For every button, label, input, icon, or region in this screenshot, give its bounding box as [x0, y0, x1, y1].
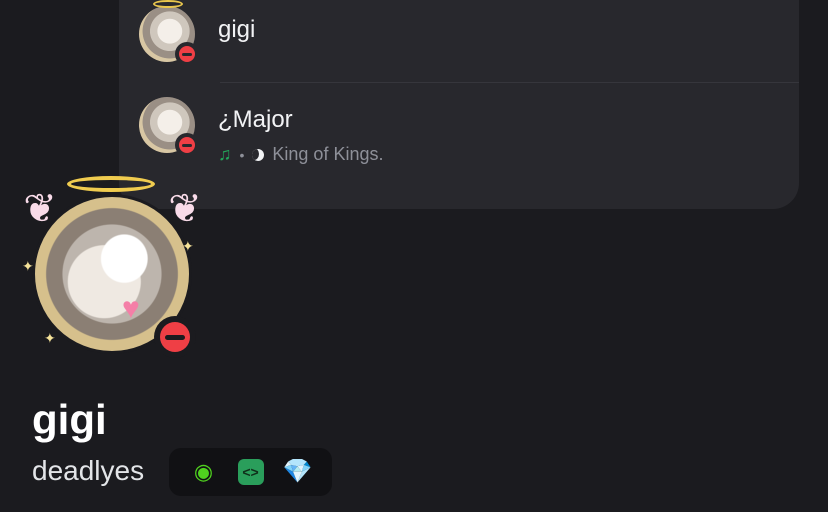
do-not-disturb-icon	[179, 137, 195, 153]
custom-status-text: King of Kings.	[272, 144, 384, 164]
friend-name: ¿Major	[218, 106, 293, 133]
do-not-disturb-icon	[160, 322, 190, 352]
friend-name: gigi	[218, 16, 256, 43]
activity-line: ♫ • King of Kings.	[218, 144, 383, 165]
halo-decoration-icon	[67, 176, 155, 192]
music-note-icon: ♫	[218, 144, 232, 164]
friend-row-major[interactable]: ¿Major ♫ • King of Kings.	[119, 83, 799, 189]
status-indicator	[154, 316, 196, 358]
separator: •	[239, 146, 245, 163]
sparkle-icon: ✦	[182, 238, 194, 254]
halo-decoration-icon	[153, 0, 183, 8]
avatar[interactable]	[139, 0, 199, 66]
winged-heart-decoration-icon: ♥	[122, 292, 140, 325]
do-not-disturb-icon	[179, 46, 195, 62]
display-name: gigi	[32, 396, 107, 443]
friend-row-gigi[interactable]: gigi	[119, 0, 799, 82]
status-indicator	[175, 42, 199, 66]
sparkle-icon: ✦	[44, 330, 56, 346]
custom-status-emoji-icon	[252, 148, 265, 161]
avatar[interactable]	[139, 97, 199, 157]
wing-decoration-icon: ❦	[23, 187, 57, 231]
boost-badge-icon[interactable]: ◉	[189, 457, 219, 487]
badge-list: ◉ <> 💎	[169, 448, 332, 496]
sparkle-icon: ✦	[22, 258, 34, 274]
profile-avatar[interactable]: ❦ ❦ ♥ ✦ ✦ ✦	[20, 176, 205, 358]
nitro-gem-badge-icon[interactable]: 💎	[283, 457, 313, 487]
active-developer-badge-icon[interactable]: <>	[237, 459, 264, 485]
username: deadlyes	[32, 455, 145, 486]
wing-decoration-icon: ❦	[168, 187, 202, 231]
status-indicator	[175, 133, 199, 157]
friends-list-card: gigi ¿Major ♫ • King of Kings.	[119, 0, 799, 209]
